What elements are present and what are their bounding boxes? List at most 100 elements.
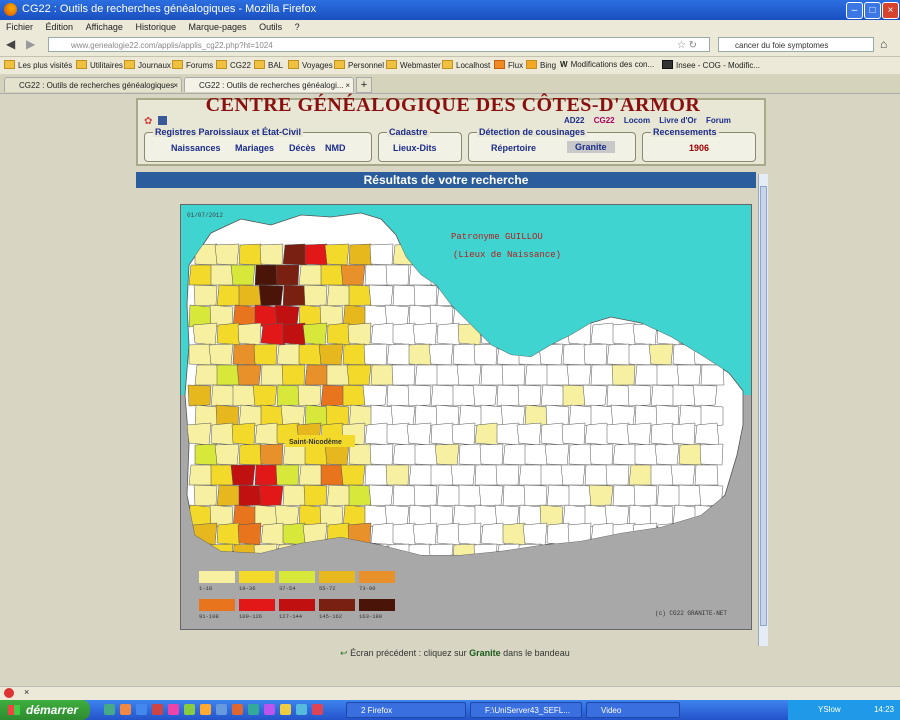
- menu-history[interactable]: Historique: [135, 22, 176, 32]
- quicklaunch-icon[interactable]: [248, 704, 259, 715]
- commune-cell: [568, 484, 592, 507]
- menu-bookmarks[interactable]: Marque-pages: [189, 22, 247, 32]
- home-icon[interactable]: ⌂: [880, 37, 894, 51]
- quicklaunch-icon[interactable]: [200, 704, 211, 715]
- windows-taskbar: démarrer 2 Firefox F:\UniServer43_SEFL..…: [0, 700, 900, 720]
- commune-cell: [282, 243, 308, 266]
- bookmark-item[interactable]: Flux: [494, 60, 523, 70]
- menu-help[interactable]: ?: [295, 22, 300, 32]
- bookmark-item[interactable]: Localhost: [442, 60, 490, 70]
- commune-cell: [606, 422, 630, 446]
- link-ad22[interactable]: AD22: [564, 116, 584, 125]
- commune-cell: [254, 422, 280, 446]
- tab-cg22-2[interactable]: CG22 : Outils de recherches généalogi...…: [184, 77, 354, 92]
- bookmark-star-icon[interactable]: ☆ ↻: [677, 38, 697, 53]
- link-repertoire[interactable]: Répertoire: [491, 143, 536, 153]
- link-mariages[interactable]: Mariages: [235, 143, 274, 153]
- commune-cell: [430, 422, 455, 446]
- tab-cg22-1[interactable]: CG22 : Outils de recherches généalogique…: [4, 77, 182, 92]
- bookmark-item[interactable]: CG22: [216, 60, 251, 70]
- legend-swatch: [359, 571, 395, 583]
- stop-icon[interactable]: [4, 688, 14, 698]
- link-livre-or[interactable]: Livre d'Or: [659, 116, 696, 125]
- commune-cell: [282, 522, 306, 546]
- close-button[interactable]: ×: [882, 2, 899, 19]
- link-1906[interactable]: 1906: [689, 143, 709, 153]
- quicklaunch-icon[interactable]: [152, 704, 163, 715]
- link-forum[interactable]: Forum: [706, 116, 731, 125]
- page-scrollbar[interactable]: [758, 174, 768, 646]
- menu-file[interactable]: Fichier: [6, 22, 33, 32]
- quicklaunch-icon[interactable]: [216, 704, 227, 715]
- link-naissances[interactable]: Naissances: [171, 143, 221, 153]
- link-locom[interactable]: Locom: [624, 116, 650, 125]
- link-granite[interactable]: Granite: [567, 141, 615, 153]
- close-tab-icon[interactable]: ×: [345, 78, 350, 93]
- commune-cell: [364, 422, 390, 446]
- quicklaunch-icon[interactable]: [312, 704, 323, 715]
- quicklaunch-icon[interactable]: [184, 704, 195, 715]
- quicklaunch-icon[interactable]: [120, 704, 131, 715]
- commune-cell: [584, 464, 609, 486]
- commune-cell: [362, 384, 388, 407]
- bookmark-item[interactable]: BAL: [254, 60, 283, 70]
- quicklaunch-icon[interactable]: [136, 704, 147, 715]
- start-button[interactable]: démarrer: [0, 700, 90, 720]
- back-icon[interactable]: ◀: [6, 37, 20, 51]
- commune-cell: [216, 522, 241, 546]
- bookmark-item[interactable]: Personnel: [334, 60, 384, 70]
- legend-label: 109-126: [239, 613, 262, 620]
- quicklaunch-icon[interactable]: [168, 704, 179, 715]
- bookmark-item[interactable]: Webmaster: [386, 60, 441, 70]
- scrollbar-thumb[interactable]: [760, 186, 767, 626]
- link-cg22[interactable]: CG22: [594, 116, 615, 125]
- maximize-button[interactable]: □: [864, 2, 881, 19]
- menu-edit[interactable]: Édition: [46, 22, 74, 32]
- bookmark-item[interactable]: Journaux: [124, 60, 171, 70]
- commune-cell: [474, 464, 499, 486]
- folder-icon: [334, 60, 345, 69]
- commune-cell: [320, 264, 344, 286]
- commune-cell: [606, 384, 631, 407]
- minimize-button[interactable]: –: [846, 2, 863, 19]
- link-granite-footer[interactable]: Granite: [469, 648, 501, 658]
- bookmark-item[interactable]: Forums: [172, 60, 213, 70]
- firefox-icon: [4, 3, 17, 16]
- bookmark-item[interactable]: W Modifications des con...: [560, 60, 654, 69]
- navigation-toolbar: ◀ ▶ www.genealogie22.com/applis/applis_c…: [0, 34, 900, 57]
- facebook-icon[interactable]: [158, 116, 167, 125]
- taskbar-video[interactable]: Video: [586, 702, 680, 718]
- link-nmd[interactable]: NMD: [325, 143, 346, 153]
- commune-cell: [414, 443, 438, 466]
- bookmark-item[interactable]: Utilitaires: [76, 60, 123, 70]
- menu-view[interactable]: Affichage: [86, 22, 123, 32]
- taskbar-uniserver[interactable]: F:\UniServer43_SEFL...: [470, 702, 582, 718]
- bookmark-item[interactable]: Les plus visités: [4, 60, 72, 70]
- bookmark-item[interactable]: Bing: [526, 60, 556, 70]
- tray-label[interactable]: YSlow: [818, 705, 841, 714]
- quicklaunch-icon[interactable]: [296, 704, 307, 715]
- new-tab-button[interactable]: +: [356, 77, 372, 93]
- commune-cell: [436, 322, 461, 346]
- bookmark-item[interactable]: Insee - COG - Modific...: [662, 60, 760, 70]
- quicklaunch-icon[interactable]: [104, 704, 115, 715]
- commune-cell: [324, 443, 350, 466]
- commune-cell: [188, 343, 212, 366]
- status-close-icon[interactable]: ×: [24, 687, 29, 697]
- taskbar-firefox[interactable]: 2 Firefox: [346, 702, 466, 718]
- commune-cell: [408, 343, 432, 366]
- link-lieux-dits[interactable]: Lieux-Dits: [393, 143, 437, 153]
- legend-label: 37-54: [279, 585, 296, 592]
- bookmark-item[interactable]: Voyages: [288, 60, 333, 70]
- close-tab-icon[interactable]: ×: [173, 78, 178, 93]
- link-deces[interactable]: Décès: [289, 143, 316, 153]
- quicklaunch-icon[interactable]: [264, 704, 275, 715]
- menu-tools[interactable]: Outils: [259, 22, 282, 32]
- quicklaunch-icon[interactable]: [232, 704, 243, 715]
- url-bar[interactable]: www.genealogie22.com/applis/applis_cg22.…: [48, 37, 710, 52]
- commune-cell: [282, 484, 307, 507]
- forward-icon[interactable]: ▶: [26, 37, 40, 51]
- search-input[interactable]: cancer du foie symptomes: [718, 37, 874, 52]
- quicklaunch-icon[interactable]: [280, 704, 291, 715]
- commune-cell: [216, 322, 241, 346]
